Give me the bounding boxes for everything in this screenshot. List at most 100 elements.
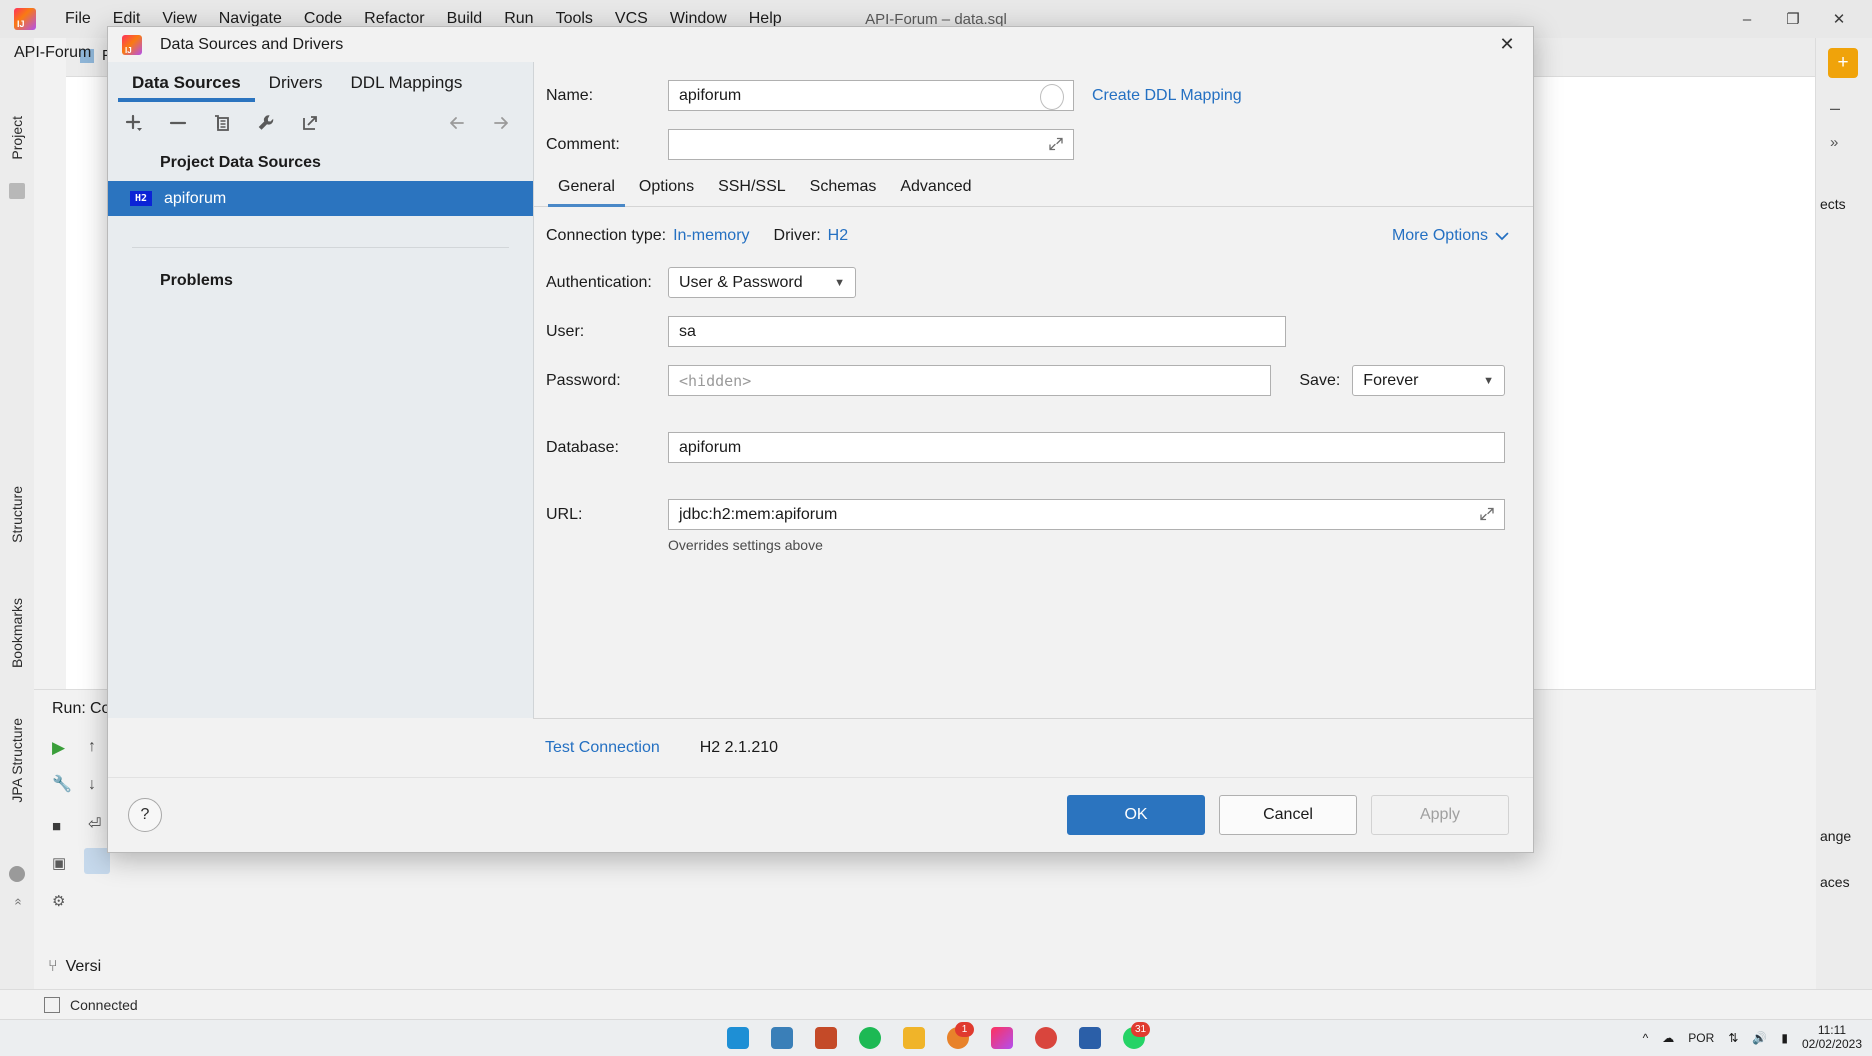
left-pane-toolbar[interactable] (108, 102, 533, 144)
battery-icon[interactable]: ▮ (1781, 1031, 1788, 1045)
sidebar-item-bookmarks[interactable]: Bookmarks (9, 598, 25, 668)
name-input[interactable]: apiforum (668, 80, 1074, 111)
minimize-button[interactable]: – (1724, 0, 1770, 38)
user-label: User: (546, 322, 585, 340)
onedrive-icon[interactable]: ☁ (1662, 1031, 1674, 1045)
data-source-name: apiforum (164, 189, 227, 207)
taskbar-explorer-icon[interactable] (903, 1027, 925, 1049)
project-data-sources-title: Project Data Sources (160, 154, 321, 171)
system-tray[interactable]: ^ ☁ POR ⇅ 🔊 ▮ 11:11 02/02/2023 (1643, 1023, 1862, 1052)
taskbar-editor-icon[interactable] (815, 1027, 837, 1049)
ide-right-toolwindow-rail[interactable]: + – » ects ange aces (1815, 38, 1872, 990)
help-button[interactable]: ? (128, 798, 162, 832)
arrow-up-icon[interactable]: ↑ (88, 738, 96, 756)
expand-editor-icon[interactable] (1048, 136, 1064, 152)
forward-arrow-icon[interactable] (489, 111, 513, 135)
tab-general[interactable]: General (546, 178, 627, 207)
tab-ddl-mappings[interactable]: DDL Mappings (337, 73, 477, 102)
people-icon[interactable] (9, 866, 25, 882)
volume-icon[interactable]: 🔊 (1752, 1031, 1767, 1045)
taskbar-teams-icon[interactable] (771, 1027, 793, 1049)
driver-value[interactable]: H2 (828, 227, 848, 245)
wrench-icon[interactable] (254, 111, 278, 135)
menu-item-file[interactable]: File (54, 8, 102, 30)
close-button[interactable]: ✕ (1816, 0, 1862, 38)
connection-type-value[interactable]: In-memory (673, 227, 749, 245)
password-placeholder: <hidden> (679, 371, 752, 390)
url-input[interactable]: jdbc:h2:mem:apiforum (668, 499, 1505, 530)
sidebar-item-structure[interactable]: Structure (9, 486, 25, 543)
tab-ssh-ssl[interactable]: SSH/SSL (706, 178, 798, 206)
user-input[interactable]: sa (668, 316, 1286, 347)
window-controls[interactable]: – ❐ ✕ (1724, 0, 1862, 38)
ok-button[interactable]: OK (1067, 795, 1205, 835)
list-item[interactable]: H2 apiforum (108, 181, 533, 216)
clock[interactable]: 11:11 02/02/2023 (1802, 1023, 1862, 1052)
test-connection-link[interactable]: Test Connection (545, 739, 660, 757)
camera-icon[interactable]: ▣ (52, 854, 66, 872)
open-external-icon[interactable] (298, 111, 322, 135)
add-icon[interactable] (122, 111, 146, 135)
connection-summary-row: Connection type: In-memory Driver: H2 Mo… (534, 207, 1533, 245)
dialog-close-icon[interactable]: ✕ (1487, 29, 1527, 61)
taskbar-word-icon[interactable] (1079, 1027, 1101, 1049)
apply-button[interactable]: Apply (1371, 795, 1509, 835)
expand-url-icon[interactable] (1479, 506, 1495, 522)
intellij-logo-icon (14, 8, 36, 30)
taskbar-spotify-icon[interactable] (859, 1027, 881, 1049)
maximize-button[interactable]: ❐ (1770, 0, 1816, 38)
password-input[interactable]: <hidden> (668, 365, 1272, 396)
settings-icon[interactable]: ⚙ (52, 892, 65, 910)
taskbar-intellij-icon[interactable] (991, 1027, 1013, 1049)
save-select[interactable]: Forever ▼ (1352, 365, 1505, 396)
url-row: URL: jdbc:h2:mem:apiforum (546, 499, 1505, 530)
taskbar-windows-icon[interactable] (727, 1027, 749, 1049)
left-pane: Data Sources Drivers DDL Mappings Projec… (108, 62, 534, 718)
run-panel-label: Run: (52, 700, 86, 717)
stop-icon[interactable]: ■ (52, 818, 61, 835)
wrench-icon[interactable]: 🔧 (52, 774, 72, 794)
color-swatch-icon[interactable] (1040, 84, 1064, 110)
settings-tabs[interactable]: General Options SSH/SSL Schemas Advanced (534, 178, 1533, 207)
plus-icon[interactable]: + (1828, 48, 1858, 78)
chevrons-icon[interactable]: » (1830, 134, 1838, 151)
taskbar[interactable]: 1 31 ^ ☁ POR ⇅ 🔊 ▮ 11:11 02/02/2023 (0, 1019, 1872, 1056)
language-indicator[interactable]: POR (1688, 1031, 1714, 1045)
authentication-label: Authentication: (546, 273, 652, 291)
create-ddl-mapping-link[interactable]: Create DDL Mapping (1092, 87, 1242, 105)
more-options-button[interactable]: More Options (1392, 227, 1509, 245)
minus-icon[interactable]: – (1830, 98, 1840, 119)
remove-icon[interactable] (166, 111, 190, 135)
top-tabs[interactable]: Data Sources Drivers DDL Mappings (108, 62, 533, 102)
right-rail-label-spaces: aces (1820, 874, 1850, 890)
network-icon[interactable]: ⇅ (1728, 1031, 1738, 1045)
expand-rail-icon[interactable]: » (10, 898, 25, 905)
taskbar-browser-icon[interactable]: 1 (947, 1022, 974, 1049)
database-input[interactable]: apiforum (668, 432, 1505, 463)
cancel-button[interactable]: Cancel (1219, 795, 1357, 835)
authentication-select[interactable]: User & Password ▼ (668, 267, 856, 298)
taskbar-whatsapp-icon[interactable]: 31 (1123, 1022, 1150, 1049)
chevron-down-icon: ▼ (1483, 374, 1494, 387)
version-control-label[interactable]: ⑂ Versi (48, 958, 101, 976)
ide-left-toolwindow-rail[interactable]: Project Structure Bookmarks JPA Structur… (0, 38, 35, 990)
sidebar-item-jpa-structure[interactable]: JPA Structure (9, 718, 25, 803)
tab-advanced[interactable]: Advanced (888, 178, 983, 206)
name-row: Name: apiforum Create DDL Mapping (546, 80, 1509, 111)
folder-icon[interactable] (9, 183, 25, 199)
wrap-icon[interactable]: ⏎ (88, 814, 101, 834)
show-hidden-icons-icon[interactable]: ^ (1643, 1031, 1649, 1045)
copy-icon[interactable] (210, 111, 234, 135)
taskbar-opera-icon[interactable] (1035, 1027, 1057, 1049)
comment-input[interactable] (668, 129, 1074, 160)
sidebar-item-project[interactable]: Project (9, 116, 25, 160)
branch-icon: ⑂ (48, 958, 58, 975)
tab-options[interactable]: Options (627, 178, 706, 206)
arrow-down-icon[interactable]: ↓ (88, 776, 96, 794)
tab-drivers[interactable]: Drivers (255, 73, 337, 102)
run-icon[interactable]: ▶ (52, 738, 65, 758)
more-options-label: More Options (1391, 227, 1488, 244)
tab-data-sources[interactable]: Data Sources (118, 73, 255, 102)
tab-schemas[interactable]: Schemas (798, 178, 889, 206)
back-arrow-icon[interactable] (445, 111, 469, 135)
